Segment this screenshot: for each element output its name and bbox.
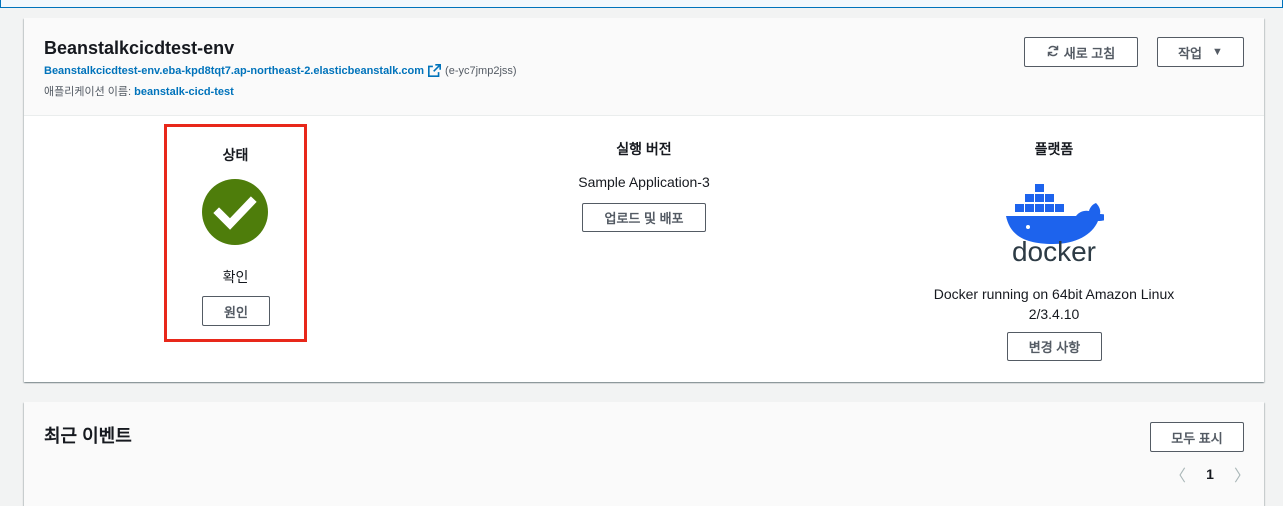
application-name-row: 애플리케이션 이름: beanstalk-cicd-test xyxy=(44,83,234,99)
environment-overview-card: Beanstalkcicdtest-env Beanstalkcicdtest-… xyxy=(24,18,1264,382)
refresh-icon xyxy=(1047,45,1059,60)
environment-url-link[interactable]: Beanstalkcicdtest-env.eba-kpd8tqt7.ap-no… xyxy=(44,65,424,77)
version-title: 실행 버전 xyxy=(616,141,672,157)
health-ok-check-icon xyxy=(202,179,268,245)
pagination: 〈 1 〉 xyxy=(1170,462,1250,486)
caret-down-icon: ▼ xyxy=(1212,46,1223,58)
application-name-link[interactable]: beanstalk-cicd-test xyxy=(134,86,234,98)
actions-button-label: 작업 xyxy=(1178,45,1203,61)
external-link-icon[interactable] xyxy=(428,64,442,77)
cause-button[interactable]: 원인 xyxy=(202,296,270,326)
platform-title: 플랫폼 xyxy=(1034,141,1074,157)
environment-id: (e-yc7jmp2jss) xyxy=(445,64,517,77)
environment-header: Beanstalkcicdtest-env Beanstalkcicdtest-… xyxy=(24,18,1264,116)
status-title: 상태 xyxy=(222,147,249,163)
previous-panel-edge xyxy=(0,0,1283,8)
current-page-number[interactable]: 1 xyxy=(1206,466,1214,482)
recent-events-title: 최근 이벤트 xyxy=(44,426,132,446)
upload-deploy-button[interactable]: 업로드 및 배포 xyxy=(582,203,706,232)
change-platform-button[interactable]: 변경 사항 xyxy=(1007,332,1102,361)
environment-name: Beanstalkcicdtest-env xyxy=(44,38,235,58)
environment-url-row: Beanstalkcicdtest-env.eba-kpd8tqt7.ap-no… xyxy=(44,64,517,77)
refresh-button[interactable]: 새로 고침 xyxy=(1024,37,1138,67)
platform-description: Docker running on 64bit Amazon Linux 2/3… xyxy=(933,286,1175,322)
docker-wordmark: docker xyxy=(1012,236,1096,263)
version-value: Sample Application-3 xyxy=(578,174,710,190)
health-status-panel: 상태 확인 원인 xyxy=(164,124,307,342)
application-name-label: 애플리케이션 이름: xyxy=(44,86,132,98)
actions-dropdown-button[interactable]: 작업 ▼ xyxy=(1157,37,1244,67)
chevron-left-icon[interactable]: 〈 xyxy=(1170,462,1186,486)
refresh-button-label: 새로 고침 xyxy=(1063,45,1116,61)
show-all-button[interactable]: 모두 표시 xyxy=(1150,422,1244,452)
recent-events-card: 최근 이벤트 모두 표시 〈 1 〉 xyxy=(24,402,1264,506)
docker-logo-icon: docker xyxy=(1006,184,1104,263)
chevron-right-icon[interactable]: 〉 xyxy=(1234,462,1250,486)
status-value: 확인 xyxy=(222,269,249,285)
